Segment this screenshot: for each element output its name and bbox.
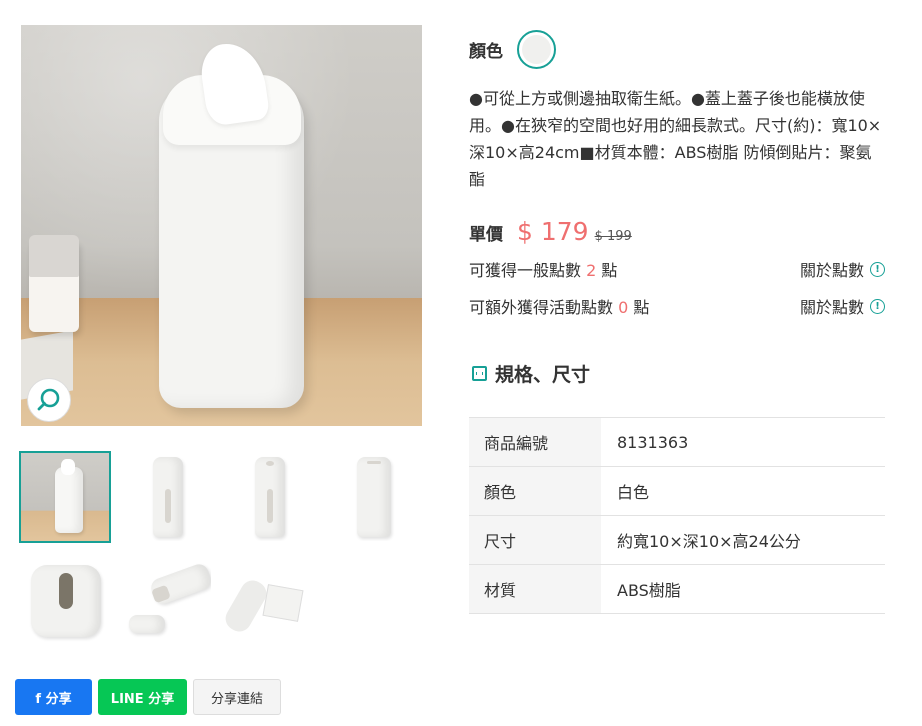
spec-key: 尺寸 <box>469 515 601 565</box>
table-row: 商品編號 8131363 <box>469 417 885 467</box>
product-description: ●可從上方或側邊抽取衛生紙。●蓋上蓋子後也能橫放使用。●在狹窄的空間也好用的細長… <box>469 89 882 189</box>
general-points-value: 2 <box>586 261 597 280</box>
about-points-label-2: 關於點數 <box>799 298 864 317</box>
general-points-text: 可獲得一般點數 2 點 <box>469 257 617 281</box>
image-small-box-lid <box>29 235 79 277</box>
thumbnail-2[interactable] <box>121 451 213 543</box>
table-row: 尺寸 約寬10×深10×高24公分 <box>469 515 885 565</box>
spec-value: ABS樹脂 <box>617 581 681 600</box>
spec-section-title: 規格、尺寸 <box>472 360 590 387</box>
spec-key: 材質 <box>469 564 601 614</box>
color-selector: 顏色 <box>469 30 556 69</box>
spec-key: 商品編號 <box>469 417 601 467</box>
zoom-icon <box>37 388 60 411</box>
thumbnail-1[interactable] <box>19 451 111 543</box>
info-icon: ! <box>870 298 885 314</box>
sale-price: $ 179 <box>517 217 589 246</box>
original-price: $ 199 <box>594 229 632 244</box>
thumbnail-4[interactable] <box>325 451 417 543</box>
event-points-text: 可額外獲得活動點數 0 點 <box>469 294 649 318</box>
spec-value: 白色 <box>617 483 650 502</box>
copy-link-button[interactable]: 分享連結 <box>193 679 281 715</box>
general-points-row: 可獲得一般點數 2 點 關於點數 ! <box>469 257 885 281</box>
color-label: 顏色 <box>469 42 503 62</box>
info-icon: ! <box>870 261 885 277</box>
about-points-link[interactable]: 關於點數 ! <box>800 257 885 281</box>
about-points-link-2[interactable]: 關於點數 ! <box>800 294 885 318</box>
price-row: 單價 $ 179 $ 199 <box>469 217 632 246</box>
general-points-unit: 點 <box>601 261 618 280</box>
color-swatch-white[interactable] <box>517 30 556 69</box>
thumbnail-3[interactable] <box>223 451 315 543</box>
facebook-share-button[interactable]: f 分享 <box>15 679 92 715</box>
thumbnail-6[interactable] <box>121 555 213 647</box>
thumbnail-7[interactable] <box>223 555 315 647</box>
about-points-label: 關於點數 <box>799 261 864 280</box>
spec-key: 顏色 <box>469 466 601 516</box>
spec-table: 商品編號 8131363 顏色 白色 尺寸 約寬10×深10×高24公分 材質 … <box>469 417 885 614</box>
spec-value: 8131363 <box>617 432 689 452</box>
event-points-label: 可額外獲得活動點數 <box>469 298 614 317</box>
spec-value: 約寬10×深10×高24公分 <box>617 532 801 551</box>
spec-title-text: 規格、尺寸 <box>495 364 591 386</box>
price-label: 單價 <box>469 225 503 245</box>
event-points-row: 可額外獲得活動點數 0 點 關於點數 ! <box>469 294 885 318</box>
zoom-button[interactable] <box>27 378 71 422</box>
table-row: 顏色 白色 <box>469 466 885 516</box>
thumbnail-5[interactable] <box>19 555 111 647</box>
event-points-value: 0 <box>618 298 629 317</box>
line-share-button[interactable]: LINE 分享 <box>98 679 187 715</box>
general-points-label: 可獲得一般點數 <box>469 261 582 280</box>
spec-icon <box>472 366 487 381</box>
main-product-image[interactable] <box>21 25 422 426</box>
event-points-unit: 點 <box>633 298 650 317</box>
table-row: 材質 ABS樹脂 <box>469 564 885 614</box>
